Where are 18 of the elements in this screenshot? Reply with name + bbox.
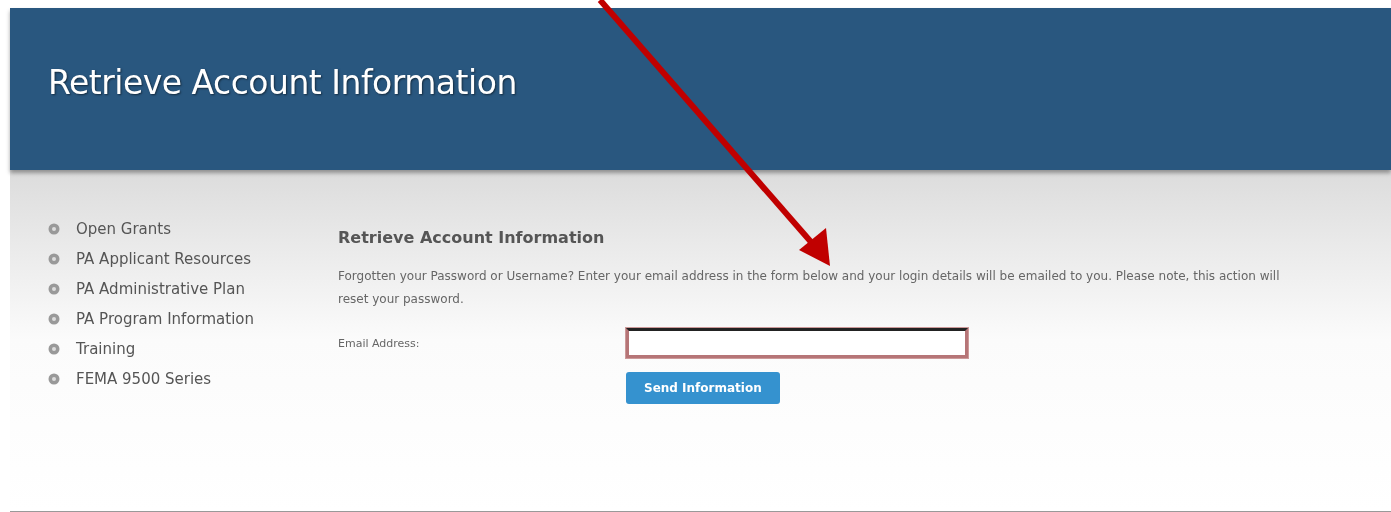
sidebar-link[interactable]: Open Grants	[48, 220, 338, 238]
page-title: Retrieve Account Information	[48, 62, 517, 102]
circle-bullet-icon	[48, 343, 60, 355]
sidebar-link[interactable]: PA Administrative Plan	[48, 280, 338, 298]
sidebar-link[interactable]: PA Applicant Resources	[48, 250, 338, 268]
form-heading: Retrieve Account Information	[338, 228, 606, 247]
circle-bullet-icon	[48, 223, 60, 235]
circle-bullet-icon	[48, 313, 60, 325]
sidebar-link[interactable]: Training	[48, 340, 338, 358]
email-input-field[interactable]	[626, 328, 968, 358]
circle-bullet-icon	[48, 283, 60, 295]
circle-bullet-icon	[48, 373, 60, 385]
email-label: Email Address:	[338, 336, 421, 350]
form-description: Forgotten your Password or Username? Enter your email address in the form below and your login details will be emailed to you. Please note, this action will reset your password.	[338, 268, 1281, 308]
send-information-button[interactable]: Send Information	[626, 372, 780, 404]
sidebar-link[interactable]: FEMA 9500 Series	[48, 370, 338, 388]
sidebar-link[interactable]: PA Program Information	[48, 310, 338, 328]
circle-bullet-icon	[48, 253, 60, 265]
